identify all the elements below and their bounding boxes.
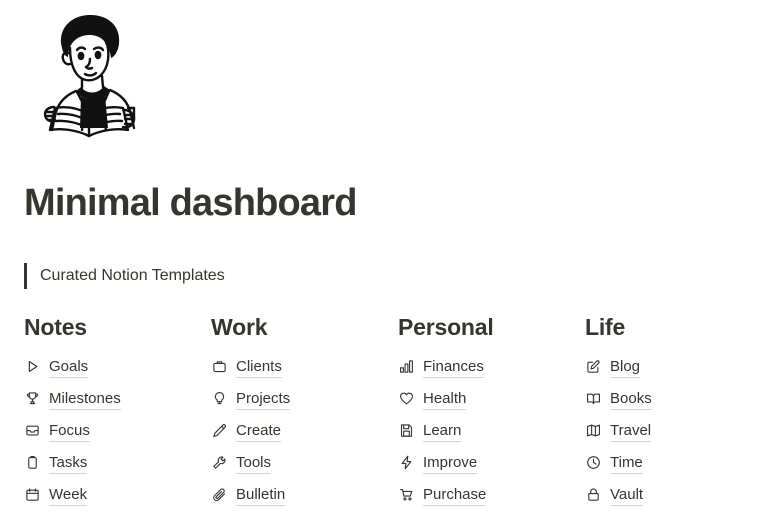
trophy-icon	[24, 390, 41, 407]
column-personal: Personal Finances Health Learn Improve P…	[398, 314, 585, 511]
subtitle-text: Curated Notion Templates	[40, 267, 225, 285]
avatar	[24, 8, 154, 144]
list-item-label[interactable]: Travel	[610, 420, 652, 442]
list-item-label[interactable]: Tasks	[49, 452, 88, 474]
list-item[interactable]: Bulletin	[211, 479, 398, 511]
dashboard-page: Minimal dashboard Curated Notion Templat…	[0, 0, 757, 528]
list-item[interactable]: Health	[398, 383, 585, 415]
list-item[interactable]: Projects	[211, 383, 398, 415]
list-item-label[interactable]: Blog	[610, 356, 641, 378]
list-item[interactable]: Tasks	[24, 447, 211, 479]
list-item-label[interactable]: Time	[610, 452, 643, 474]
column-notes: Notes Goals Milestones Focus Tasks Week	[24, 314, 211, 511]
list-item[interactable]: Blog	[585, 351, 757, 383]
list-item-label[interactable]: Bulletin	[236, 484, 286, 506]
list-item-label[interactable]: Books	[610, 388, 652, 410]
page-title: Minimal dashboard	[24, 182, 357, 224]
list-item[interactable]: Goals	[24, 351, 211, 383]
list-item[interactable]: Create	[211, 415, 398, 447]
person-reading-book-illustration	[43, 14, 136, 138]
list-item-label[interactable]: Tools	[236, 452, 272, 474]
list-item[interactable]: Clients	[211, 351, 398, 383]
column-heading: Life	[585, 314, 626, 340]
calendar-icon	[24, 486, 41, 503]
clock-icon	[585, 454, 602, 471]
list-item-label[interactable]: Milestones	[49, 388, 121, 410]
pencil-icon	[211, 422, 228, 439]
list-item[interactable]: Tools	[211, 447, 398, 479]
folded-map-icon	[585, 422, 602, 439]
open-book-icon	[585, 390, 602, 407]
list-item[interactable]: Books	[585, 383, 757, 415]
list-item[interactable]: Purchase	[398, 479, 585, 511]
list-item-label[interactable]: Focus	[49, 420, 90, 442]
subtitle-quote-block: Curated Notion Templates	[24, 261, 225, 291]
list-item[interactable]: Milestones	[24, 383, 211, 415]
list-item-label[interactable]: Projects	[236, 388, 291, 410]
list-item[interactable]: Travel	[585, 415, 757, 447]
clipboard-icon	[24, 454, 41, 471]
list-item-label[interactable]: Goals	[49, 356, 89, 378]
list-item[interactable]: Finances	[398, 351, 585, 383]
column-life: Life Blog Books Travel Time Vault	[585, 314, 757, 511]
list-item[interactable]: Time	[585, 447, 757, 479]
link-list: Blog Books Travel Time Vault	[585, 351, 757, 511]
quote-bar	[24, 263, 27, 289]
list-item-label[interactable]: Week	[49, 484, 88, 506]
list-item-label[interactable]: Vault	[610, 484, 644, 506]
bar-chart-icon	[398, 358, 415, 375]
list-item-label[interactable]: Clients	[236, 356, 282, 378]
list-item[interactable]: Vault	[585, 479, 757, 511]
edit-square-icon	[585, 358, 602, 375]
list-item-label[interactable]: Learn	[423, 420, 462, 442]
lightning-bolt-icon	[398, 454, 415, 471]
link-columns: Notes Goals Milestones Focus Tasks Week …	[24, 314, 733, 511]
column-heading: Notes	[24, 314, 87, 340]
briefcase-icon	[211, 358, 228, 375]
list-item[interactable]: Focus	[24, 415, 211, 447]
column-heading: Personal	[398, 314, 494, 340]
paperclip-icon	[211, 486, 228, 503]
floppy-disk-icon	[398, 422, 415, 439]
list-item-label[interactable]: Purchase	[423, 484, 487, 506]
list-item[interactable]: Learn	[398, 415, 585, 447]
link-list: Clients Projects Create Tools Bulletin	[211, 351, 398, 511]
heart-icon	[398, 390, 415, 407]
column-work: Work Clients Projects Create Tools Bulle…	[211, 314, 398, 511]
list-item-label[interactable]: Improve	[423, 452, 478, 474]
link-list: Goals Milestones Focus Tasks Week	[24, 351, 211, 511]
shopping-cart-icon	[398, 486, 415, 503]
wrench-icon	[211, 454, 228, 471]
link-list: Finances Health Learn Improve Purchase	[398, 351, 585, 511]
lock-icon	[585, 486, 602, 503]
list-item-label[interactable]: Finances	[423, 356, 484, 378]
list-item-label[interactable]: Create	[236, 420, 282, 442]
list-item[interactable]: Week	[24, 479, 211, 511]
lightbulb-icon	[211, 390, 228, 407]
column-heading: Work	[211, 314, 268, 340]
list-item-label[interactable]: Health	[423, 388, 467, 410]
list-item[interactable]: Improve	[398, 447, 585, 479]
play-triangle-icon	[24, 358, 41, 375]
inbox-tray-icon	[24, 422, 41, 439]
